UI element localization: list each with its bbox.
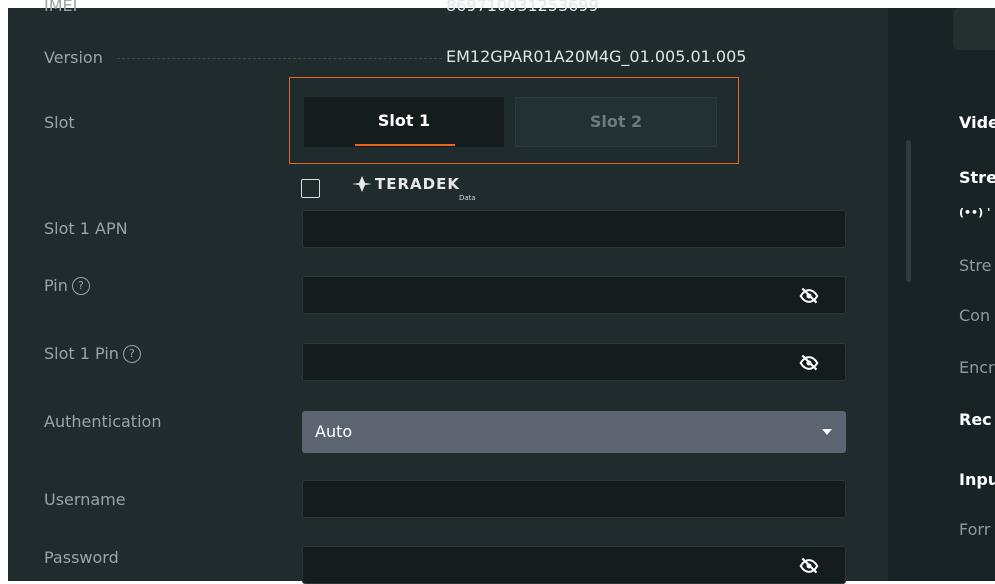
apn-input[interactable]: [302, 210, 846, 248]
dotted-leader: [117, 58, 442, 59]
authentication-label: Authentication: [44, 412, 162, 431]
authentication-selected-value: Auto: [315, 422, 353, 441]
teradek-logo-subtitle: Data: [459, 194, 476, 202]
tab-slot-2[interactable]: Slot 2: [515, 97, 717, 147]
side-heading-stream: Stre: [959, 168, 995, 187]
side-panel-card: [953, 8, 995, 50]
password-input[interactable]: [302, 546, 846, 584]
scrollbar-thumb[interactable]: [906, 140, 911, 282]
broadcast-icon: (••) ': [959, 206, 995, 219]
slot-pin-input[interactable]: [302, 343, 846, 381]
username-input[interactable]: [302, 480, 846, 518]
password-label: Password: [44, 548, 119, 567]
help-circle-icon[interactable]: ?: [122, 345, 141, 363]
side-encoder-label: Encr: [959, 358, 995, 377]
version-label: Version: [44, 48, 103, 67]
right-side-panel: [888, 8, 995, 581]
teradek-logo-icon: [352, 176, 372, 192]
stream-status-text: ': [986, 206, 991, 219]
side-heading-video: Vide: [959, 113, 995, 132]
username-label: Username: [44, 490, 126, 509]
side-format-label: Forr: [959, 520, 991, 539]
pin-input[interactable]: [302, 276, 846, 314]
pin-label: Pin?: [44, 276, 90, 295]
imei-label: IMEI: [44, 0, 78, 15]
slot-pin-label-text: Slot 1 Pin: [44, 344, 119, 363]
slot-pin-label: Slot 1 Pin?: [44, 344, 141, 363]
tab-slot-1[interactable]: Slot 1: [304, 97, 504, 147]
teradek-data-checkbox[interactable]: [301, 179, 320, 198]
imei-value: 869710031253699: [446, 0, 599, 15]
side-connection-label: Con: [959, 306, 991, 325]
eye-slash-icon[interactable]: [799, 286, 819, 306]
eye-slash-icon[interactable]: [799, 556, 819, 576]
eye-slash-icon[interactable]: [799, 353, 819, 373]
teradek-logo-text: TERADEK: [375, 175, 460, 193]
broadcast-icon-glyph: (••): [959, 206, 984, 219]
side-heading-input: Inpu: [959, 470, 995, 489]
help-circle-icon[interactable]: ?: [71, 277, 90, 295]
slot-label: Slot: [44, 113, 75, 132]
apn-label: Slot 1 APN: [44, 219, 128, 238]
side-heading-record: Rec: [959, 410, 992, 429]
authentication-select[interactable]: Auto: [302, 411, 846, 453]
active-tab-underline: [355, 144, 455, 146]
caret-down-icon: [822, 429, 832, 435]
pin-label-text: Pin: [44, 276, 68, 295]
side-stream-label: Stre: [959, 256, 992, 275]
version-value: EM12GPAR01A20M4G_01.005.01.005: [446, 47, 747, 66]
